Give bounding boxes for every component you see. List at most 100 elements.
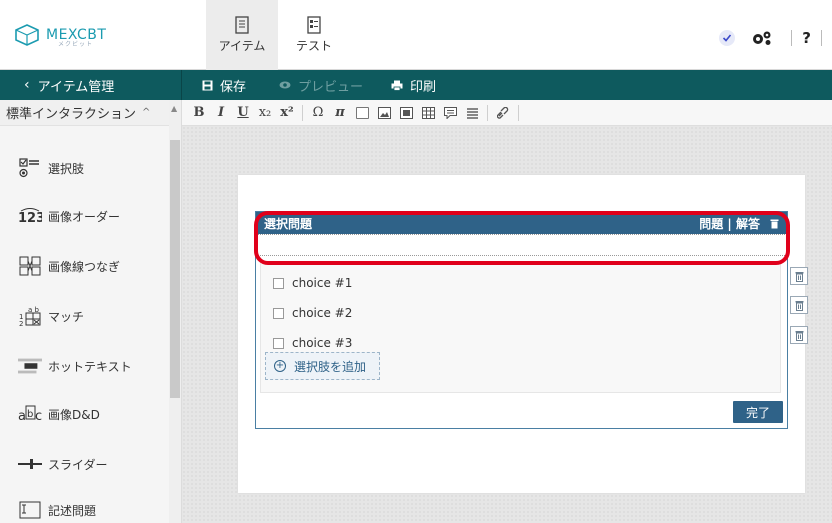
subscript-button[interactable]: x₂ [254, 102, 276, 124]
insert-object-button[interactable] [351, 102, 373, 124]
sidebar-scrollbar[interactable]: ▲ [169, 100, 181, 523]
line-connect-icon [18, 256, 42, 276]
delete-choice-2-button[interactable] [790, 296, 808, 314]
sidebar-item-choice[interactable]: 選択肢 [18, 158, 84, 178]
superscript-button[interactable]: x² [276, 102, 298, 124]
choice-item[interactable]: choice #2 [273, 306, 352, 320]
chevron-left-icon: ‹ [24, 77, 30, 93]
sidebar-item-label: 画像オーダー [48, 209, 121, 224]
sidebar-item-hottext[interactable]: ホットテキスト [18, 356, 132, 376]
trash-icon [795, 330, 803, 341]
svg-text:a: a [18, 409, 26, 424]
editor-canvas: 選択問題 問題 | 解答 choice #1 choice #2 choice … [182, 126, 832, 523]
comment-icon [443, 106, 457, 119]
choice-icon [18, 158, 42, 178]
sidebar-item-slider[interactable]: スライダー [18, 454, 108, 474]
print-button[interactable]: 印刷 [391, 70, 436, 100]
choice-item[interactable]: choice #1 [273, 276, 352, 290]
add-choice-button[interactable]: + 選択肢を追加 [265, 352, 380, 380]
table-icon [421, 106, 435, 119]
back-to-item-management-button[interactable]: ‹ アイテム管理 [0, 70, 181, 100]
order-123-icon: 123 [18, 206, 42, 226]
scroll-up-arrow-icon[interactable]: ▲ [171, 104, 177, 113]
tab-item[interactable]: アイテム [206, 0, 278, 70]
link-icon [496, 106, 508, 119]
underline-button[interactable]: U [232, 102, 254, 124]
sidebar-item-match[interactable]: a b12 マッチ [18, 306, 85, 327]
object-icon [355, 106, 369, 119]
sidebar-item-image-order[interactable]: 123 画像オーダー [18, 206, 120, 226]
add-choice-label: 選択肢を追加 [294, 359, 367, 374]
choice-checkbox[interactable] [273, 277, 284, 289]
sidebar-item-label: 画像D&D [48, 407, 100, 422]
sidebar-item-line-connect[interactable]: 画像線つなぎ [18, 256, 120, 276]
choice-label[interactable]: choice #2 [292, 306, 352, 320]
sidebar-header[interactable]: 標準インタラクション ^ [0, 100, 170, 126]
trash-icon[interactable] [770, 218, 779, 229]
insert-comment-button[interactable] [439, 102, 461, 124]
tab-item-label: アイテム [218, 39, 266, 53]
choice-question-block[interactable]: 選択問題 問題 | 解答 choice #1 choice #2 choice … [255, 211, 788, 429]
sidebar-item-text-entry[interactable]: 記述問題 [18, 500, 96, 520]
choice-checkbox[interactable] [273, 307, 284, 319]
interaction-sidebar: 標準インタラクション ^ ▲ 選択肢 123 画像オーダー 画像線つなぎ a b… [0, 100, 182, 523]
sidebar-title: 標準インタラクション [6, 107, 137, 122]
top-right-controls: ? [719, 28, 832, 48]
insert-image-button[interactable] [373, 102, 395, 124]
tab-test-label: テスト [295, 39, 332, 53]
toolbar-divider [518, 104, 519, 121]
save-button[interactable]: 保存 [202, 70, 246, 100]
printer-icon [391, 80, 403, 91]
help-button[interactable]: ? [802, 29, 811, 47]
status-check-icon[interactable] [719, 30, 736, 46]
scroll-thumb[interactable] [170, 140, 180, 398]
delete-choice-3-button[interactable] [790, 326, 808, 344]
trash-icon [795, 300, 803, 311]
main-toolbar: ‹ アイテム管理 保存 プレビュー 印刷 [0, 70, 832, 100]
eye-icon [279, 81, 291, 89]
question-header: 選択問題 問題 | 解答 [256, 212, 787, 234]
sidebar-item-image-dnd[interactable]: abc 画像D&D [18, 404, 100, 424]
special-character-button[interactable]: Ω [307, 102, 329, 124]
italic-button[interactable]: I [210, 102, 232, 124]
align-button[interactable] [461, 102, 483, 124]
chevron-up-icon: ^ [142, 107, 151, 118]
choice-checkbox[interactable] [273, 337, 284, 349]
svg-text:123: 123 [18, 211, 42, 225]
preview-label: プレビュー [298, 79, 364, 95]
choice-item[interactable]: choice #3 [273, 336, 352, 350]
toolbar-divider [181, 70, 182, 100]
divider [821, 30, 822, 46]
choice-label[interactable]: choice #3 [292, 336, 352, 350]
divider [791, 30, 793, 46]
preview-button[interactable]: プレビュー [279, 70, 363, 100]
item-page: 選択問題 問題 | 解答 choice #1 choice #2 choice … [238, 175, 808, 493]
top-bar: MEXCBT メクビット アイテム テスト ? [0, 0, 832, 70]
bold-button[interactable]: B [188, 102, 210, 124]
sidebar-item-label: マッチ [48, 309, 85, 324]
choice-label[interactable]: choice #1 [292, 276, 352, 290]
toolbar-divider [302, 104, 303, 121]
math-button[interactable]: π [329, 102, 351, 124]
question-answer-toggle[interactable]: 問題 | 解答 [699, 215, 779, 232]
image-dnd-icon: abc [18, 404, 42, 424]
settings-gear-icon[interactable] [751, 30, 773, 46]
match-icon: a b12 [18, 306, 42, 327]
insert-table-button[interactable] [417, 102, 439, 124]
done-button[interactable]: 完了 [733, 401, 783, 423]
choice-list: choice #1 choice #2 choice #3 + 選択肢を追加 [260, 261, 781, 393]
document-icon [235, 16, 249, 34]
insert-media-button[interactable] [395, 102, 417, 124]
hottext-icon [18, 356, 42, 376]
back-label: アイテム管理 [37, 79, 115, 95]
plus-circle-icon: + [274, 360, 286, 372]
svg-text:c: c [35, 409, 42, 424]
tab-test[interactable]: テスト [278, 0, 350, 70]
question-title: 選択問題 [264, 216, 313, 231]
document-list-icon [307, 16, 321, 34]
delete-choice-1-button[interactable] [790, 267, 808, 285]
question-prompt-input[interactable] [256, 234, 787, 256]
logo-cube-icon [15, 24, 39, 46]
logo[interactable]: MEXCBT メクビット [14, 24, 106, 48]
link-button[interactable] [492, 102, 514, 124]
